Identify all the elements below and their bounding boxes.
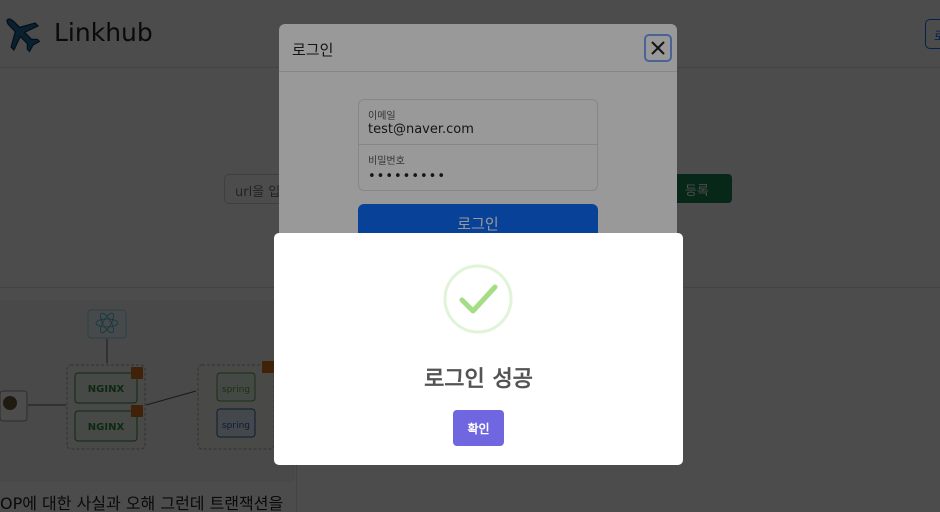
confirm-button[interactable]: 확인 [453, 410, 504, 446]
success-alert: 로그인 성공 확인 [274, 233, 683, 465]
alert-title: 로그인 성공 [424, 367, 533, 392]
success-check-icon [443, 264, 513, 334]
